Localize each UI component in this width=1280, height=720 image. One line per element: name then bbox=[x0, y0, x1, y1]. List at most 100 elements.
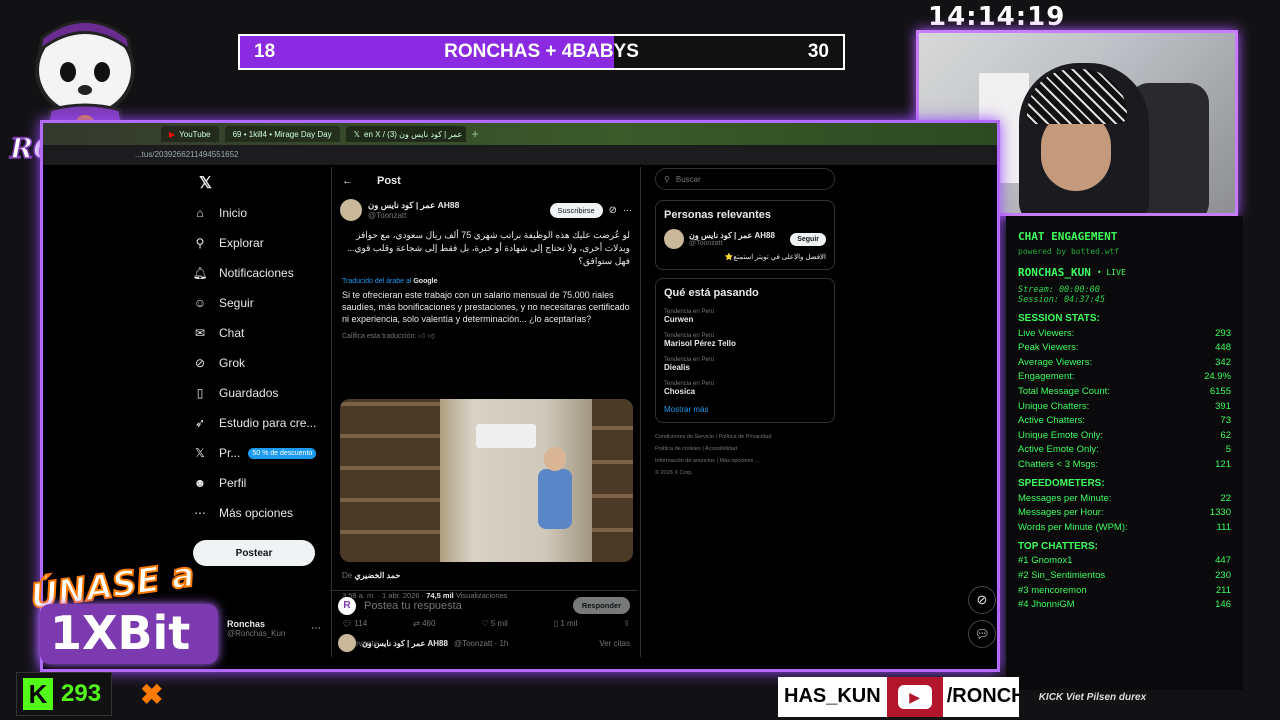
reply-button[interactable]: Responder bbox=[572, 597, 630, 614]
stat-label: #3 mencoremon bbox=[1018, 584, 1087, 596]
trend-name: Diealis bbox=[664, 363, 690, 372]
youtube-icon: ▶ bbox=[886, 677, 943, 717]
score-bar: 18 RONCHAS + 4BABYS 30 bbox=[238, 34, 845, 70]
post-video[interactable] bbox=[340, 399, 633, 562]
follow-button[interactable]: Seguir bbox=[790, 232, 826, 246]
rel-handle: @Toonzatt bbox=[689, 240, 723, 247]
score-left: 18 bbox=[254, 41, 276, 62]
reply-input[interactable]: Postea tu respuesta bbox=[364, 600, 565, 612]
stat-label: #1 Gnomox1 bbox=[1018, 555, 1073, 567]
share-icon[interactable]: ⇪ bbox=[623, 619, 630, 628]
x-icon: 𝕏 bbox=[353, 129, 361, 139]
post-column: ← Post عمر | كود نايس ون AH88 @Toonzatt S… bbox=[331, 167, 641, 657]
stat-row: Messages per Hour: 1330 bbox=[1018, 507, 1231, 518]
trend-item[interactable]: Tendencia en Perú Marisol Pérez Tello bbox=[664, 333, 826, 348]
live-badge: • LIVE bbox=[1096, 268, 1126, 277]
search-box[interactable]: ⚲ Buscar bbox=[655, 168, 835, 190]
footer-link[interactable]: Más opciones ... bbox=[719, 458, 759, 464]
stat-label: Peak Viewers: bbox=[1018, 342, 1079, 354]
bell-icon: 🔔︎ bbox=[192, 266, 208, 280]
nav-explorar[interactable]: ⚲ Explorar bbox=[193, 228, 333, 258]
next-reply[interactable]: عمر | كود نايس ون AH88 @Toonzatt · 1h bbox=[338, 634, 508, 652]
post-author-row: عمر | كود نايس ون AH88 @Toonzatt Suscrib… bbox=[332, 195, 640, 225]
channel-name: RONCHAS_KUN bbox=[1018, 266, 1091, 279]
nav-premium[interactable]: 𝕏 Pr... 50 % de descuento bbox=[193, 438, 333, 468]
nav-chat[interactable]: ✉ Chat bbox=[193, 318, 333, 348]
x-logo-icon[interactable]: 𝕏 bbox=[199, 173, 212, 193]
see-quotes-link[interactable]: Ver citas bbox=[599, 639, 630, 648]
author-handle[interactable]: @Toonzatt bbox=[368, 211, 544, 220]
post-button[interactable]: Postear bbox=[193, 540, 315, 566]
tab-x[interactable]: 𝕏en X / عمر | كود نايس ون (3) bbox=[345, 126, 466, 142]
from-name[interactable]: حمد الخضيري bbox=[354, 571, 400, 580]
stat-row: #1 Gnomox1 447 bbox=[1018, 555, 1231, 566]
nav-label: Guardados bbox=[219, 386, 279, 400]
thumbs-down-icon[interactable]: 👎︎ bbox=[428, 333, 435, 340]
relevant-person: عمر | كود نايس ون AH88 @Toonzatt Seguir bbox=[664, 229, 826, 249]
tab-youtube[interactable]: ▶ YouTube bbox=[161, 126, 219, 142]
person-shirt bbox=[538, 469, 572, 529]
account-switcher[interactable]: Ronchas @Ronchas_Kun bbox=[227, 619, 285, 638]
footer-link[interactable]: Condiciones de Servicio bbox=[655, 434, 714, 440]
stat-value: 293 bbox=[1215, 327, 1231, 339]
grok-float-icon[interactable]: ⊘ bbox=[968, 586, 996, 614]
account-more-icon[interactable]: ⋯ bbox=[311, 623, 321, 634]
bookmark-action[interactable]: ▯ 1 mil bbox=[554, 619, 578, 628]
copyright: © 2026 X Corp. bbox=[655, 470, 693, 476]
avatar[interactable] bbox=[664, 229, 684, 249]
nav-notificaciones[interactable]: 🔔︎ Notificaciones bbox=[192, 258, 333, 288]
trend-item[interactable]: Tendencia en Perú Curwen bbox=[664, 309, 826, 324]
trend-item[interactable]: Tendencia en Perú Diealis bbox=[664, 357, 826, 372]
stat-row: #4 JhonniGM 146 bbox=[1018, 599, 1231, 610]
stat-label: Active Chatters: bbox=[1018, 415, 1086, 427]
top-chatters-list: #1 Gnomox1 447 #2 Sin_Sentimientos 230 #3 me… bbox=[1018, 555, 1231, 610]
stat-label: #4 JhonniGM bbox=[1018, 599, 1075, 611]
avatar[interactable] bbox=[340, 199, 362, 221]
show-more-link[interactable]: Mostrar más bbox=[664, 405, 826, 414]
trending-card: Qué está pasando Tendencia en Perú Curwen… bbox=[655, 278, 835, 423]
nav-guardados[interactable]: ▯ Guardados bbox=[193, 378, 333, 408]
footer-link[interactable]: Política de cookies bbox=[655, 446, 701, 452]
nav-estudio[interactable]: ➶ Estudio para cre... bbox=[193, 408, 333, 438]
subscribe-button[interactable]: Suscribirse bbox=[549, 202, 603, 218]
reply-action[interactable]: 💬︎ 114 bbox=[342, 619, 367, 628]
stat-row: Unique Chatters: 391 bbox=[1018, 401, 1231, 412]
tab-mirage[interactable]: 69 • 1kill4 • Mirage Day Day bbox=[224, 126, 340, 142]
nav-label: Seguir bbox=[219, 296, 254, 310]
nav-inicio[interactable]: ⌂ Inicio bbox=[193, 198, 333, 228]
rocket-icon: ➶ bbox=[194, 416, 206, 430]
nav-perfil[interactable]: ☻ Perfil bbox=[193, 468, 333, 498]
grok-icon[interactable]: ⊘ bbox=[609, 205, 617, 216]
footer-link[interactable]: Información de anuncios bbox=[655, 458, 715, 464]
post-header-title: Post bbox=[377, 175, 401, 187]
footer-link[interactable]: Accesibilidad bbox=[705, 446, 737, 452]
footer-link[interactable]: Política de Privacidad bbox=[719, 434, 772, 440]
search-placeholder: Buscar bbox=[675, 174, 701, 184]
stat-row: Words per Minute (WPM): 111 bbox=[1018, 522, 1231, 533]
nav-label: Chat bbox=[219, 326, 245, 340]
tab-strip: ▶ YouTube 69 • 1kill4 • Mirage Day Day 𝕏e… bbox=[43, 123, 997, 145]
messages-float-icon[interactable]: 💬︎ bbox=[968, 620, 996, 648]
back-arrow-icon[interactable]: ← bbox=[342, 175, 353, 187]
stat-row: Chatters < 3 Msgs: 121 bbox=[1018, 459, 1231, 470]
stat-value: 121 bbox=[1215, 458, 1231, 470]
nav-grok[interactable]: ⊘ Grok bbox=[193, 348, 333, 378]
trend-item[interactable]: Tendencia en Perú Chosica bbox=[664, 381, 826, 396]
post-text-arabic: لو عُرضت عليك هذه الوظيفة براتب شهري 75 … bbox=[346, 230, 630, 266]
new-tab-icon[interactable]: + bbox=[472, 127, 479, 141]
like-count: 5 mil bbox=[490, 619, 508, 628]
thumbs-up-icon[interactable]: 👍︎ bbox=[418, 333, 425, 340]
repost-action[interactable]: ⇄ 460 bbox=[413, 619, 435, 628]
nav-seguir[interactable]: ☺ Seguir bbox=[193, 288, 333, 318]
cage-right bbox=[592, 399, 633, 562]
session-time: Session: 04:37:45 bbox=[1018, 295, 1105, 305]
more-icon[interactable]: ⋯ bbox=[623, 205, 632, 216]
trend-name: Curwen bbox=[664, 315, 694, 324]
rel-name[interactable]: عمر | كود نايس ون AH88 bbox=[689, 231, 785, 240]
kick-viewer-counter: K 293 bbox=[16, 672, 112, 716]
like-action[interactable]: ♡ 5 mil bbox=[481, 619, 507, 628]
address-bar[interactable]: ...tus/2039266211494551652 bbox=[43, 145, 997, 165]
author-name[interactable]: عمر | كود نايس ون AH88 bbox=[368, 200, 544, 211]
stat-value: 5 bbox=[1225, 444, 1231, 456]
nav-mas-opciones[interactable]: ⋯ Más opciones bbox=[193, 498, 333, 528]
